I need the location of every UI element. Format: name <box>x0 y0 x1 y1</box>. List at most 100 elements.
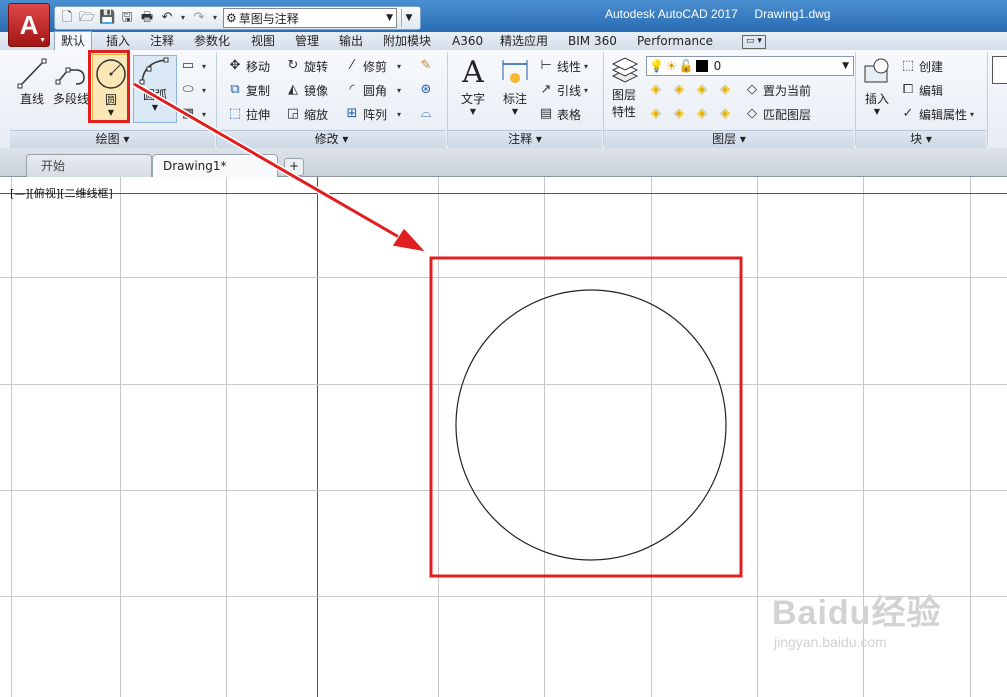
tab-view[interactable]: 视图 <box>251 32 275 50</box>
polyline-label: 多段线 <box>52 92 89 106</box>
annotation-panel-title: 注释 <box>508 132 533 146</box>
annotation-panel-footer[interactable]: 注释 ▾ <box>448 130 602 149</box>
tab-a360[interactable]: A360 <box>452 32 483 50</box>
edit-attributes-button[interactable]: ✓ 编辑属性 ▾ <box>900 104 974 124</box>
text-button[interactable]: A 文字 ▼ <box>454 55 492 117</box>
scale-icon: ◲ <box>286 106 300 121</box>
chevron-down-icon: ▾ <box>342 132 349 146</box>
text-icon: A <box>462 55 484 90</box>
table-button[interactable]: ▤ 表格 <box>538 104 581 124</box>
layer-off-icon[interactable]: ◈ <box>694 82 710 98</box>
line-button[interactable]: 直线 <box>14 56 50 107</box>
watermark-url: jingyan.baidu.com <box>774 634 887 650</box>
tab-addins[interactable]: 附加模块 <box>383 32 431 50</box>
layer-properties-button[interactable]: 图层 特性 <box>607 56 641 120</box>
layer-thaw-icon[interactable]: ◈ <box>671 106 687 122</box>
leader-label: 引线 <box>557 83 582 98</box>
save-as-icon[interactable]: 🖫 <box>119 10 135 26</box>
layer-unlock-icon[interactable]: ◈ <box>694 106 710 122</box>
chevron-down-icon: ▾ <box>584 85 589 95</box>
open-folder-icon[interactable]: 🗁 <box>79 10 95 26</box>
properties-button-partial[interactable] <box>992 56 1007 84</box>
match-layer-button[interactable]: ◇ 匹配图层 <box>744 104 811 124</box>
leader-button[interactable]: ↗ 引线 ▾ <box>538 80 588 100</box>
explode-button[interactable]: ⊛ <box>418 80 437 100</box>
chevron-down-icon: ▾ <box>202 109 207 119</box>
plus-icon: + <box>288 159 300 173</box>
table-label: 表格 <box>557 107 582 122</box>
layer-properties-label-1: 图层 <box>611 88 636 102</box>
undo-icon[interactable]: ↶ <box>159 10 175 26</box>
linear-dimension-button[interactable]: ⊢ 线性 ▾ <box>538 56 588 76</box>
set-current-button[interactable]: ◇ 置为当前 <box>744 80 811 100</box>
draw-panel-footer[interactable]: 绘图 ▾ <box>10 130 215 149</box>
chevron-down-icon[interactable]: ▾ <box>179 10 187 26</box>
application-menu-button[interactable]: A ▼ <box>8 3 50 47</box>
scale-label: 缩放 <box>304 107 329 122</box>
set-current-icon: ◇ <box>747 82 757 97</box>
layer-dropdown[interactable]: 💡 ☀ 🔓 0 ▼ <box>646 56 854 76</box>
block-panel-footer[interactable]: 块 ▾ <box>856 130 986 149</box>
drawn-circle[interactable] <box>455 289 727 561</box>
new-tab-button[interactable]: + <box>284 158 304 176</box>
tab-parametric[interactable]: 参数化 <box>194 32 230 50</box>
hatch-button[interactable]: ▦ ▾ <box>180 104 206 124</box>
tab-bim360[interactable]: BIM 360 <box>568 32 617 50</box>
edit-block-button[interactable]: ⧠ 编辑 <box>900 80 943 100</box>
tab-home[interactable]: 默认 <box>54 31 93 52</box>
erase-button[interactable]: ✎ <box>418 56 437 76</box>
fillet-button[interactable]: ◜ 圆角 ▾ <box>344 80 401 100</box>
tab-output[interactable]: 输出 <box>339 32 363 50</box>
layer-walk-icon[interactable]: ◈ <box>717 106 733 122</box>
workspace-dropdown[interactable]: ⚙ 草图与注释 ▼ <box>223 8 397 28</box>
customize-toolbar-button[interactable]: ▼ <box>401 9 416 27</box>
layer-on-icon[interactable]: ◈ <box>648 106 664 122</box>
tab-featured-apps[interactable]: 精选应用 <box>500 32 548 50</box>
mirror-label: 镜像 <box>304 83 329 98</box>
rotate-button[interactable]: ↻ 旋转 <box>285 56 328 76</box>
trim-label: 修剪 <box>363 59 388 74</box>
ellipse-button[interactable]: ⬭ ▾ <box>180 80 206 100</box>
array-button[interactable]: ⊞ 阵列 ▾ <box>344 104 401 124</box>
copy-button[interactable]: ⧉ 复制 <box>227 80 270 100</box>
chevron-down-icon: ▼ <box>469 107 477 116</box>
tab-drawing1[interactable]: Drawing1* <box>152 154 278 177</box>
ribbon-minimize-button[interactable]: ▭ ▾ <box>742 35 766 49</box>
layer-isolate-icon[interactable]: ◈ <box>648 82 664 98</box>
tab-start[interactable]: 开始 <box>26 154 152 177</box>
trim-button[interactable]: ⁄ 修剪 ▾ <box>344 56 401 76</box>
save-icon[interactable]: 💾 <box>99 10 115 26</box>
dimension-button[interactable]: 标注 ▼ <box>496 56 534 116</box>
panel-separator <box>987 52 988 146</box>
print-icon[interactable]: 🖶 <box>139 10 155 26</box>
circle-highlight-frame <box>429 256 743 578</box>
mirror-button[interactable]: ◭ 镜像 <box>285 80 328 100</box>
rectangle-button[interactable]: ▭ ▾ <box>180 56 206 76</box>
tab-insert[interactable]: 插入 <box>106 32 130 50</box>
baidu-watermark: Baidu经验 jingyan.baidu.com <box>772 585 941 650</box>
edit-attributes-label: 编辑属性 <box>919 107 968 122</box>
chevron-down-icon[interactable]: ▾ <box>211 10 219 26</box>
stretch-button[interactable]: ⬚ 拉伸 <box>227 104 270 124</box>
tab-start-label: 开始 <box>41 159 66 173</box>
create-block-button[interactable]: ⬚ 创建 <box>900 56 943 76</box>
draw-panel-title: 绘图 <box>95 132 120 146</box>
tab-performance[interactable]: Performance <box>637 32 713 50</box>
layers-panel-footer[interactable]: 图层 ▾ <box>604 130 854 149</box>
ribbon: 直线 多段线 圆 ▼ 圆弧 ▼ ▭ ▾ ⬭ ▾ ▦ ▾ 绘图 ▾ ✥ 移动 ↻ 旋转 <box>0 50 1007 149</box>
arc-button[interactable]: 圆弧 ▼ <box>133 55 177 123</box>
polyline-button[interactable]: 多段线 <box>52 56 90 107</box>
layer-freeze-icon[interactable]: ◈ <box>671 82 687 98</box>
layer-lock-icon[interactable]: ◈ <box>717 82 733 98</box>
tab-manage[interactable]: 管理 <box>295 32 319 50</box>
offset-button[interactable]: ⌓ <box>418 104 437 124</box>
modify-panel-footer[interactable]: 修改 ▾ <box>217 130 446 149</box>
redo-icon[interactable]: ↷ <box>191 10 207 26</box>
tab-annotate[interactable]: 注释 <box>150 32 174 50</box>
insert-block-button[interactable]: 插入 ▼ <box>860 56 894 116</box>
scale-button[interactable]: ◲ 缩放 <box>285 104 328 124</box>
gear-icon: ⚙ <box>226 11 237 25</box>
move-button[interactable]: ✥ 移动 <box>227 56 270 76</box>
new-file-icon[interactable]: 🗋 <box>59 10 75 26</box>
block-panel-title: 块 <box>910 132 923 146</box>
